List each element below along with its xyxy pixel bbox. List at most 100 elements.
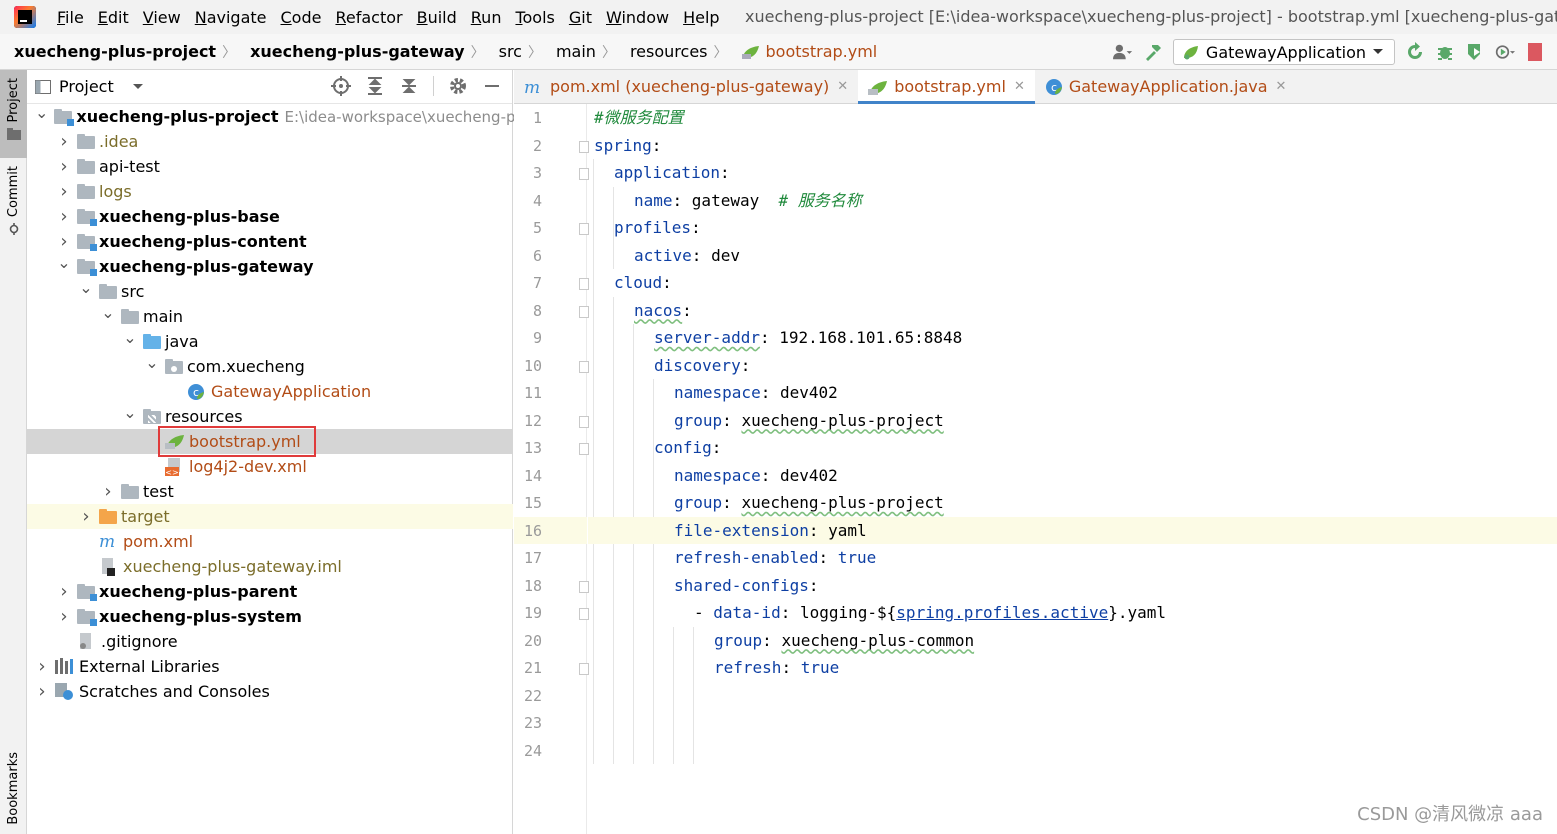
expand-all-icon[interactable] [365, 76, 385, 96]
main-toolbar: GatewayApplication [1112, 34, 1557, 70]
tree-item[interactable]: › xuecheng-plus-system [27, 604, 513, 629]
profile-icon[interactable] [1495, 42, 1515, 62]
menu-file[interactable]: File [50, 8, 91, 27]
menu-edit[interactable]: Edit [91, 8, 136, 27]
tree-item[interactable]: xuecheng-plus-gateway.iml [27, 554, 513, 579]
tree-item[interactable]: › api-test [27, 154, 513, 179]
close-icon[interactable]: ✕ [1014, 79, 1025, 94]
chevron-right-icon[interactable]: › [35, 656, 49, 677]
chevron-right-icon[interactable]: › [57, 181, 71, 202]
chevron-right-icon[interactable]: › [79, 506, 93, 527]
chevron-right-icon[interactable]: › [57, 206, 71, 227]
coverage-icon[interactable] [1465, 42, 1485, 62]
locate-file-icon[interactable] [331, 76, 351, 96]
chevron-down-icon[interactable]: ⌄ [57, 253, 71, 272]
chevron-down-icon[interactable]: ⌄ [145, 353, 159, 372]
tree-item[interactable]: bootstrap.yml [27, 426, 513, 457]
code-token: refresh-enabled [674, 548, 819, 567]
chevron-down-icon[interactable]: ⌄ [123, 328, 137, 347]
code-token: namespace [674, 465, 761, 485]
editor-tab[interactable]: bootstrap.yml ✕ [858, 70, 1035, 104]
tree-item[interactable]: .gitignore [27, 629, 513, 654]
project-view-selector[interactable]: Project [35, 77, 144, 96]
project-tree[interactable]: ⌄ xuecheng-plus-project E:\idea-workspace\… [27, 103, 542, 704]
menu-navigate[interactable]: Navigate [188, 8, 274, 27]
breadcrumb-label: xuecheng-plus-project [14, 42, 217, 61]
menu-run[interactable]: Run [464, 8, 509, 27]
line-number-gutter[interactable]: 1 2 3 4 5 6 7 8 9 10 11 12 13 14 15 16 17 18 19 20 21 22 23 24 [514, 104, 589, 834]
gear-icon[interactable] [448, 76, 468, 96]
chevron-down-icon[interactable]: ⌄ [123, 403, 137, 422]
run-configuration-select[interactable]: GatewayApplication [1172, 39, 1395, 65]
breadcrumb-item[interactable]: xuecheng-plus-project [0, 42, 222, 61]
code-line: refresh-enabled: true [588, 544, 876, 571]
menu-git[interactable]: Git [562, 8, 599, 27]
menu-view[interactable]: View [136, 8, 188, 27]
menu-code[interactable]: Code [274, 8, 329, 27]
folder-icon [77, 184, 95, 199]
tree-item[interactable]: c GatewayApplication [27, 379, 513, 404]
breadcrumb-item[interactable]: xuecheng-plus-gateway [236, 42, 471, 61]
collapse-all-icon[interactable] [399, 76, 419, 96]
tree-item[interactable]: ⌄ src [27, 278, 513, 304]
tree-item[interactable]: › target [27, 504, 513, 529]
menu-tools[interactable]: Tools [508, 8, 561, 27]
tree-item[interactable]: ⌄ java [27, 328, 513, 354]
menu-refactor[interactable]: Refactor [328, 8, 409, 27]
chevron-down-icon[interactable]: ⌄ [79, 278, 93, 297]
chevron-right-icon[interactable]: › [57, 156, 71, 177]
tree-item[interactable]: › xuecheng-plus-parent [27, 579, 513, 604]
folder-icon [6, 128, 21, 141]
chevron-right-icon[interactable]: › [35, 681, 49, 702]
close-icon[interactable]: ✕ [837, 79, 848, 94]
build-hammer-icon[interactable] [1143, 42, 1163, 62]
tree-item[interactable]: › External Libraries [27, 654, 513, 679]
line-number: 15 [523, 494, 542, 512]
tree-item[interactable]: m pom.xml [27, 529, 513, 554]
editor-tab[interactable]: m pom.xml (xuecheng-plus-gateway) ✕ [514, 70, 858, 103]
rerun-icon[interactable] [1405, 42, 1425, 62]
chevron-right-icon[interactable]: › [57, 131, 71, 152]
tree-item[interactable]: ⌄ xuecheng-plus-project E:\idea-workspace\… [27, 103, 542, 129]
menu-window[interactable]: Window [599, 8, 676, 27]
tree-item-path: E:\idea-workspace\xuecheng-plus- [284, 107, 543, 126]
breadcrumb-item[interactable]: bootstrap.yml [728, 42, 884, 61]
debug-icon[interactable] [1435, 42, 1455, 62]
tree-item[interactable]: › test [27, 479, 513, 504]
tree-item[interactable]: › xuecheng-plus-base [27, 204, 513, 229]
tree-item[interactable]: ⌄ com.xuecheng [27, 353, 513, 379]
editor-tab[interactable]: c GatewayApplication.java ✕ [1035, 70, 1297, 103]
menu-help[interactable]: Help [676, 8, 726, 27]
stripe-tab-project[interactable]: Project [0, 70, 27, 158]
chevron-right-icon[interactable]: › [57, 606, 71, 627]
stripe-tab-commit[interactable]: Commit [0, 166, 27, 242]
chevron-right-icon[interactable]: › [57, 231, 71, 252]
stop-icon[interactable] [1525, 42, 1545, 62]
breadcrumb-item[interactable]: resources [616, 42, 714, 61]
user-icon[interactable] [1112, 42, 1133, 62]
tree-item[interactable]: › .idea [27, 129, 513, 154]
chevron-right-icon[interactable]: › [57, 581, 71, 602]
tree-item[interactable]: › logs [27, 179, 513, 204]
chevron-right-icon[interactable]: › [101, 481, 115, 502]
chevron-down-icon[interactable]: ⌄ [101, 303, 115, 322]
tree-item[interactable]: ⌄ resources [27, 403, 513, 429]
code-editor[interactable]: #微服务配置 spring: application: name: gateway #… [588, 104, 1557, 834]
line-number: 4 [532, 191, 542, 210]
close-icon[interactable]: ✕ [1276, 79, 1287, 94]
tree-item[interactable]: <> log4j2-dev.xml [27, 454, 513, 479]
breadcrumb-item[interactable]: main [542, 42, 602, 61]
code-token: group [674, 493, 723, 512]
stripe-tab-bookmarks[interactable]: Bookmarks [0, 752, 27, 834]
tree-item[interactable]: ⌄ main [27, 303, 513, 329]
line-number: 16 [523, 521, 542, 540]
hide-panel-icon[interactable] [482, 76, 502, 96]
chevron-down-icon[interactable]: ⌄ [35, 103, 48, 122]
breadcrumb-item[interactable]: src [485, 42, 528, 61]
folder-icon [99, 284, 117, 299]
watermark: CSDN @清风微凉 aaa [1357, 804, 1543, 825]
tree-item[interactable]: › Scratches and Consoles [27, 679, 513, 704]
tree-item[interactable]: › xuecheng-plus-content [27, 229, 513, 254]
tree-item[interactable]: ⌄ xuecheng-plus-gateway [27, 253, 513, 279]
menu-build[interactable]: Build [410, 8, 464, 27]
